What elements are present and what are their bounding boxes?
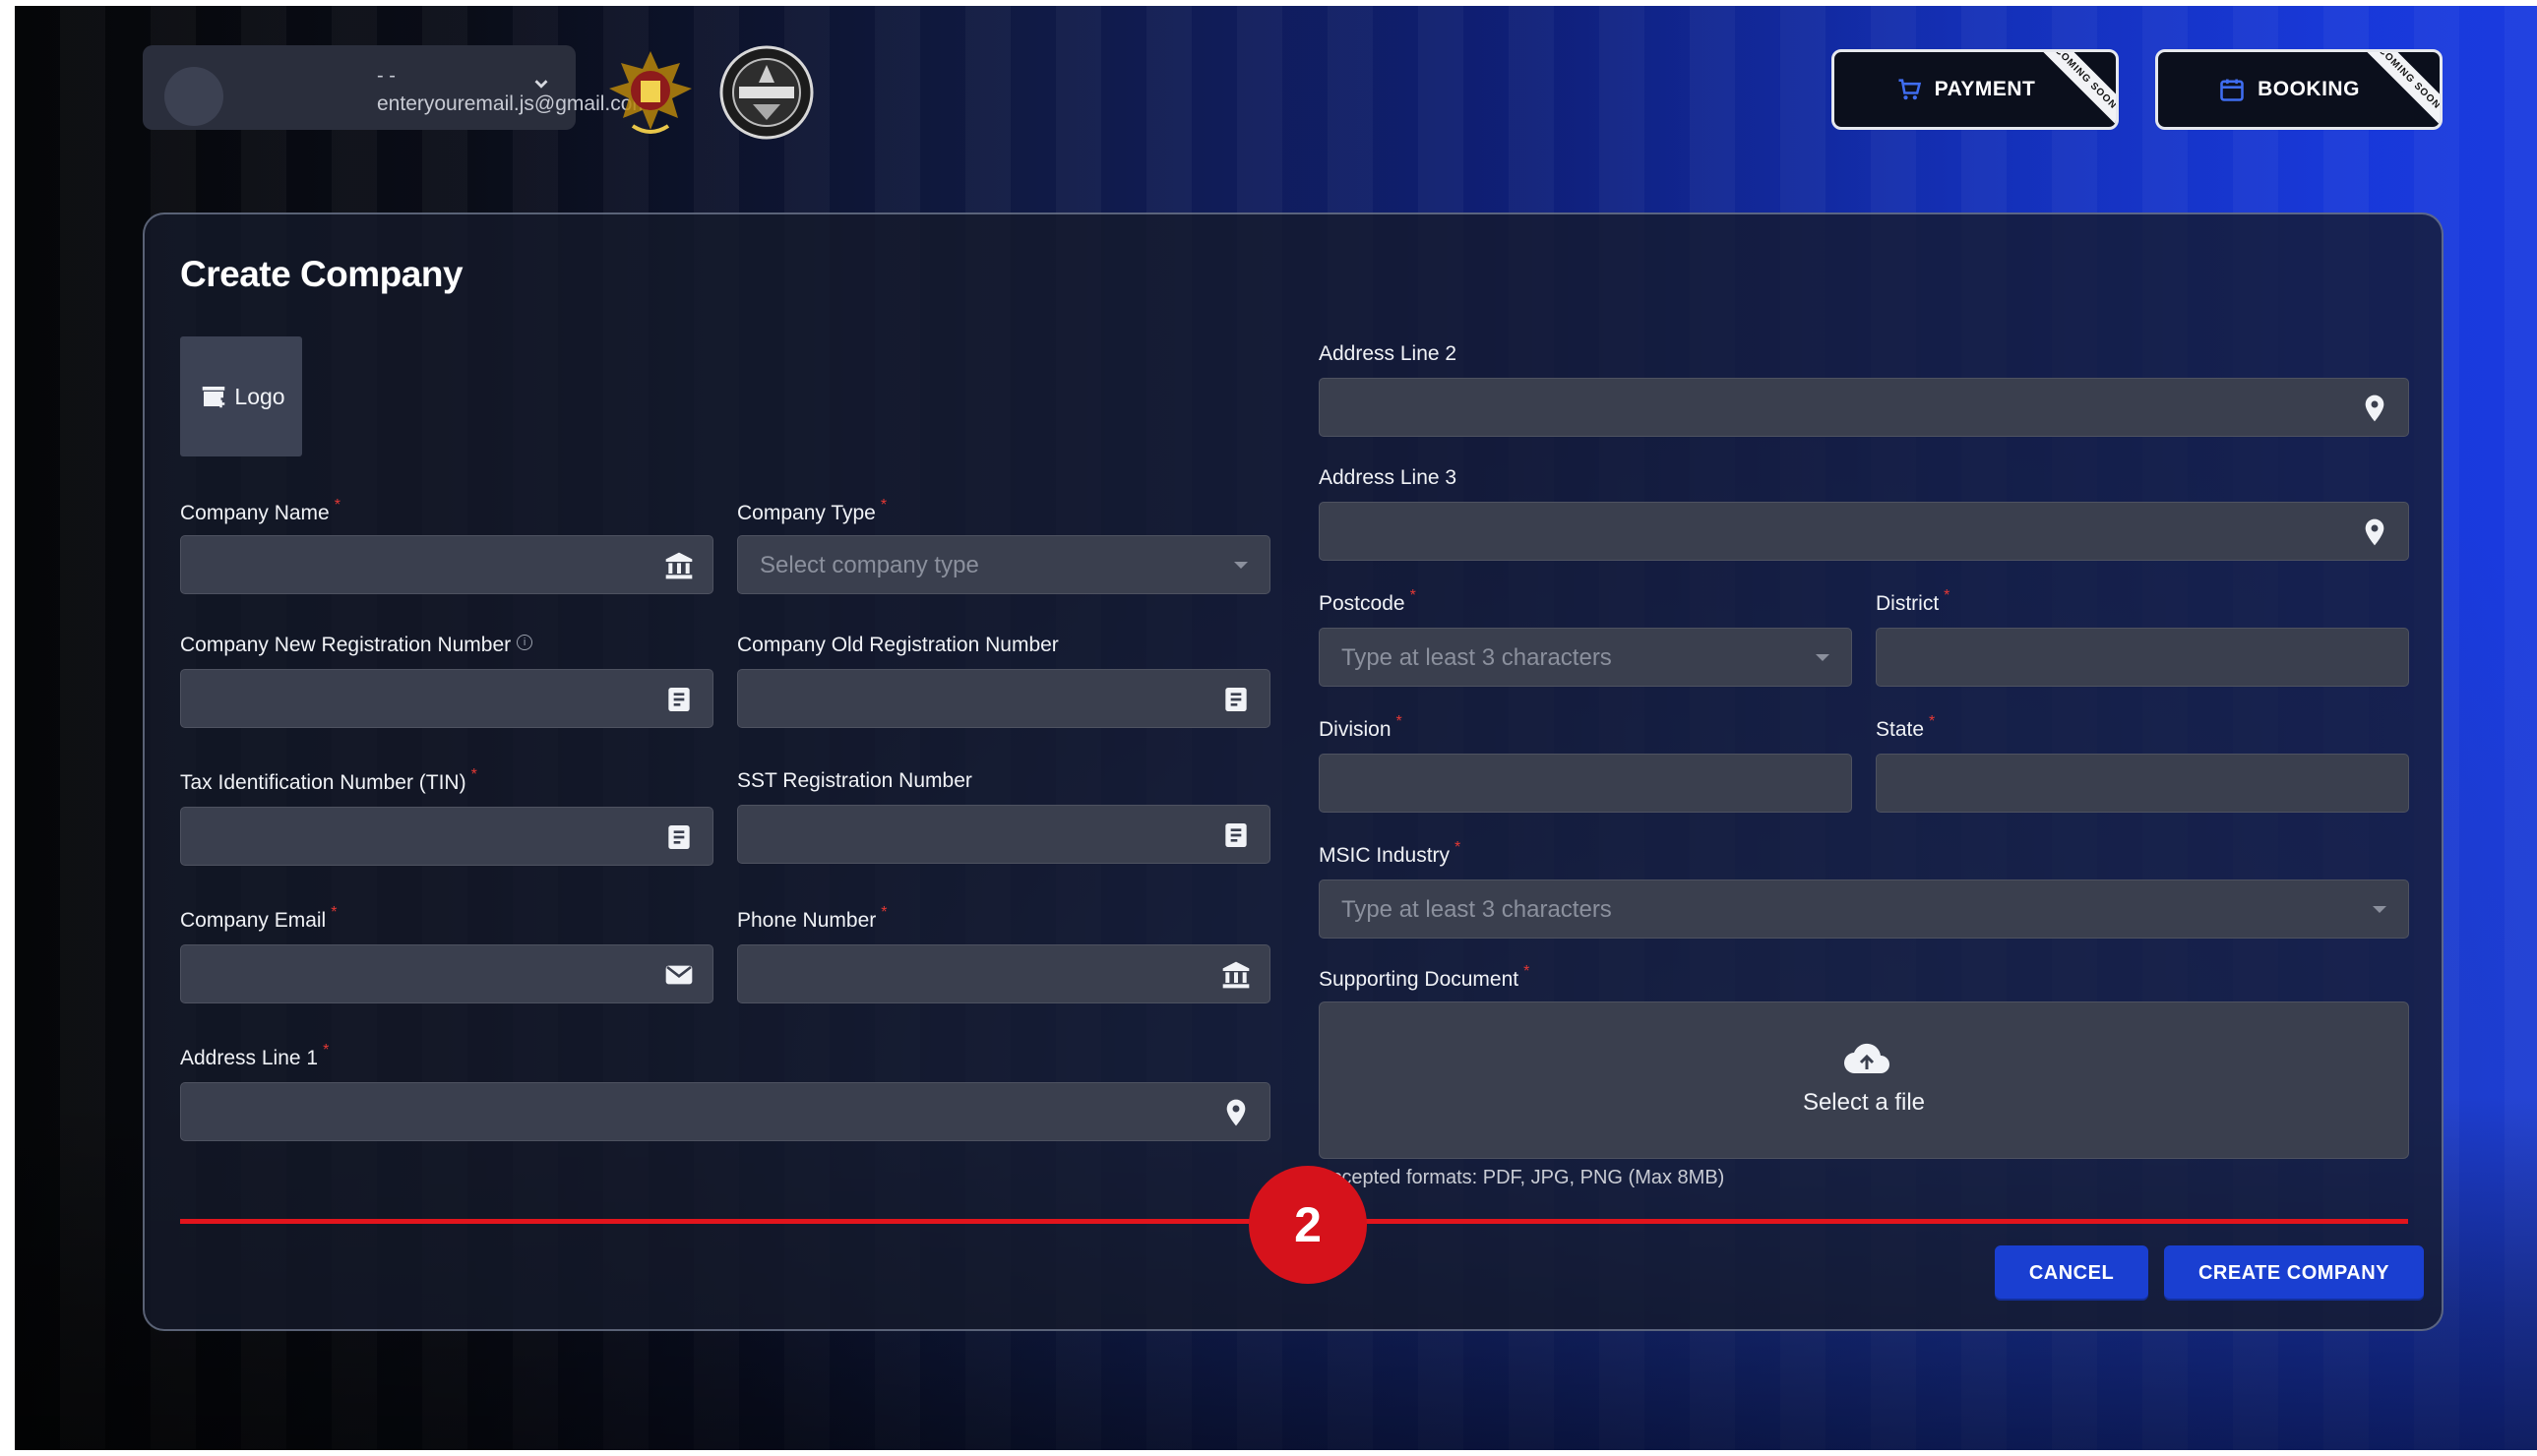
new-reg-label: Company New Registration Number i [180,634,533,657]
accepted-formats-text: Accepted formats: PDF, JPG, PNG (Max 8MB… [1319,1167,1725,1188]
payment-button[interactable]: PAYMENT COMING SOON [1831,49,2119,130]
bank-icon [665,552,693,579]
msic-label: MSIC Industry * [1319,839,1461,867]
company-type-select[interactable] [737,535,1270,595]
postcode-label: Postcode * [1319,587,1416,615]
location-pin-icon [2365,518,2384,546]
state-label: State * [1876,713,1936,741]
page-title: Create Company [180,254,464,294]
tin-input[interactable] [201,808,648,867]
info-icon[interactable]: i [517,635,533,650]
booking-button[interactable]: BOOKING COMING SOON [2155,49,2443,130]
chevron-down-icon [534,80,548,89]
mail-icon [665,965,693,985]
division-field[interactable] [1319,754,1852,814]
logo-upload-button[interactable]: Logo [180,336,302,456]
company-type-label: Company Type * [737,497,888,524]
address2-input[interactable] [1339,379,2343,438]
booking-label: BOOKING [2258,78,2360,100]
logo-label: Logo [234,383,285,409]
state-emblem-logo [609,51,692,134]
address1-label: Address Line 1 * [180,1042,330,1069]
create-company-button[interactable]: CREATE COMPANY [2164,1245,2424,1301]
location-pin-icon [2365,394,2384,422]
avatar [164,67,223,126]
address3-label: Address Line 3 [1319,466,1457,489]
document-icon [668,688,690,711]
cancel-button[interactable]: CANCEL [1995,1245,2148,1301]
supporting-doc-label: Supporting Document * [1319,963,1530,991]
company-type-input[interactable] [758,536,1205,595]
select-file-label: Select a file [1802,1089,1926,1116]
company-name-input[interactable] [201,536,648,595]
district-input[interactable] [1896,629,2343,688]
company-email-label: Company Email * [180,904,338,932]
msic-input[interactable] [1339,880,2343,940]
company-email-input[interactable] [201,945,648,1004]
postcode-input[interactable] [1339,629,1786,688]
address2-label: Address Line 2 [1319,342,1457,365]
old-reg-input[interactable] [758,670,1205,729]
alliance-seal-logo [719,45,814,140]
document-icon [1225,688,1247,711]
phone-field[interactable] [737,944,1270,1004]
old-reg-label: Company Old Registration Number [737,634,1059,656]
document-icon [1225,823,1247,847]
dropdown-caret-icon [1234,562,1248,569]
calendar-icon [2220,79,2244,101]
tin-field[interactable] [180,807,713,867]
address2-field[interactable] [1319,378,2409,438]
division-input[interactable] [1339,755,1786,814]
address3-input[interactable] [1339,503,2343,562]
msic-select[interactable] [1319,880,2409,940]
create-company-card: Create Company Logo Company Name * Compan… [143,212,2444,1331]
postcode-select[interactable] [1319,628,1852,688]
dropdown-caret-icon [1816,654,1829,661]
state-field[interactable] [1876,754,2409,814]
bank-icon [1222,961,1250,989]
new-reg-input[interactable] [201,670,648,729]
annotation-step-badge: 2 [1249,1166,1367,1284]
old-reg-field[interactable] [737,669,1270,729]
document-icon [668,825,690,849]
sst-label: SST Registration Number [737,769,972,792]
division-label: Division * [1319,713,1402,741]
address1-field[interactable] [180,1082,1270,1142]
state-input[interactable] [1896,755,2343,814]
store-add-icon [203,387,225,408]
payment-label: PAYMENT [1934,78,2036,100]
cart-icon [1898,79,1921,100]
location-pin-icon [1226,1099,1246,1126]
dropdown-caret-icon [2373,906,2386,913]
company-name-field[interactable] [180,535,713,595]
file-upload-dropzone[interactable]: Select a file [1319,1001,2409,1159]
app-background: - - enteryouremail.js@gmail.com PAYMENT … [15,6,2537,1450]
company-name-label: Company Name * [180,497,340,524]
company-email-field[interactable] [180,944,713,1004]
tin-label: Tax Identification Number (TIN) * [180,766,477,794]
cloud-upload-icon [1843,1043,1889,1074]
district-label: District * [1876,587,1950,615]
user-name: - - [377,65,396,87]
new-reg-field[interactable] [180,669,713,729]
district-field[interactable] [1876,628,2409,688]
sst-field[interactable] [737,805,1270,865]
phone-input[interactable] [758,945,1205,1004]
sst-input[interactable] [758,806,1205,865]
address1-input[interactable] [201,1083,1205,1142]
phone-label: Phone Number * [737,904,888,932]
address3-field[interactable] [1319,502,2409,562]
user-menu[interactable]: - - enteryouremail.js@gmail.com [143,45,650,130]
